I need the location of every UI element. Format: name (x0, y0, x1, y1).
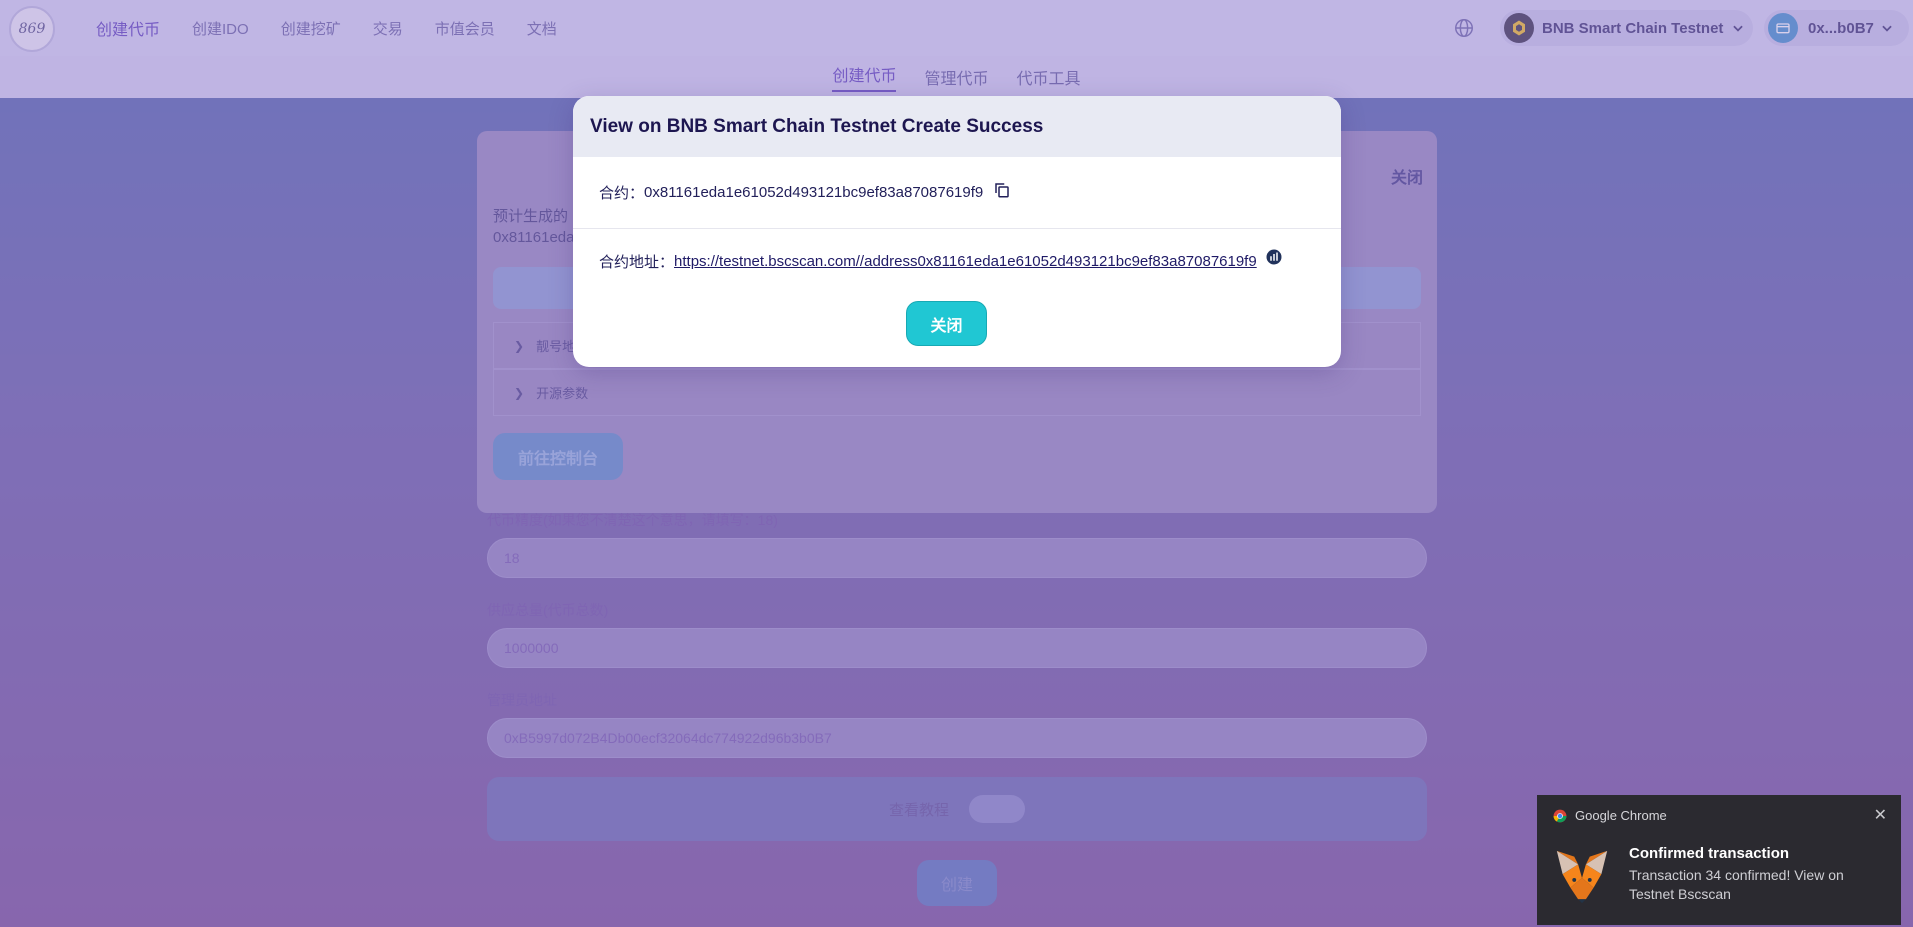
bscscan-link[interactable]: https://testnet.bscscan.com//address0x81… (674, 253, 1257, 270)
chrome-notification[interactable]: Google Chrome ✕ Confirmed transaction Tr… (1537, 795, 1901, 925)
metamask-fox-icon (1556, 850, 1608, 904)
notification-app-name: Google Chrome (1575, 808, 1667, 823)
notification-body: Transaction 34 confirmed! View on Testne… (1629, 867, 1844, 902)
modal-title: View on BNB Smart Chain Testnet Create S… (573, 96, 1341, 157)
copy-icon[interactable] (993, 181, 1011, 199)
contract-address: 0x81161eda1e61052d493121bc9ef83a87087619… (644, 184, 984, 201)
chrome-icon (1553, 809, 1567, 822)
bscscan-icon[interactable] (1265, 248, 1283, 266)
success-modal: View on BNB Smart Chain Testnet Create S… (573, 96, 1341, 367)
contract-row: 合约： 0x81161eda1e61052d493121bc9ef83a8708… (573, 157, 1341, 229)
notification-app: Google Chrome (1553, 808, 1667, 823)
contract-label: 合约： (599, 185, 645, 202)
address-row: 合约地址： https://testnet.bscscan.com//addre… (573, 229, 1341, 293)
close-icon[interactable]: ✕ (1874, 805, 1887, 825)
address-label: 合约地址： (599, 253, 675, 271)
modal-close-button[interactable]: 关闭 (906, 301, 987, 346)
notification-title: Confirmed transaction (1629, 845, 1790, 862)
